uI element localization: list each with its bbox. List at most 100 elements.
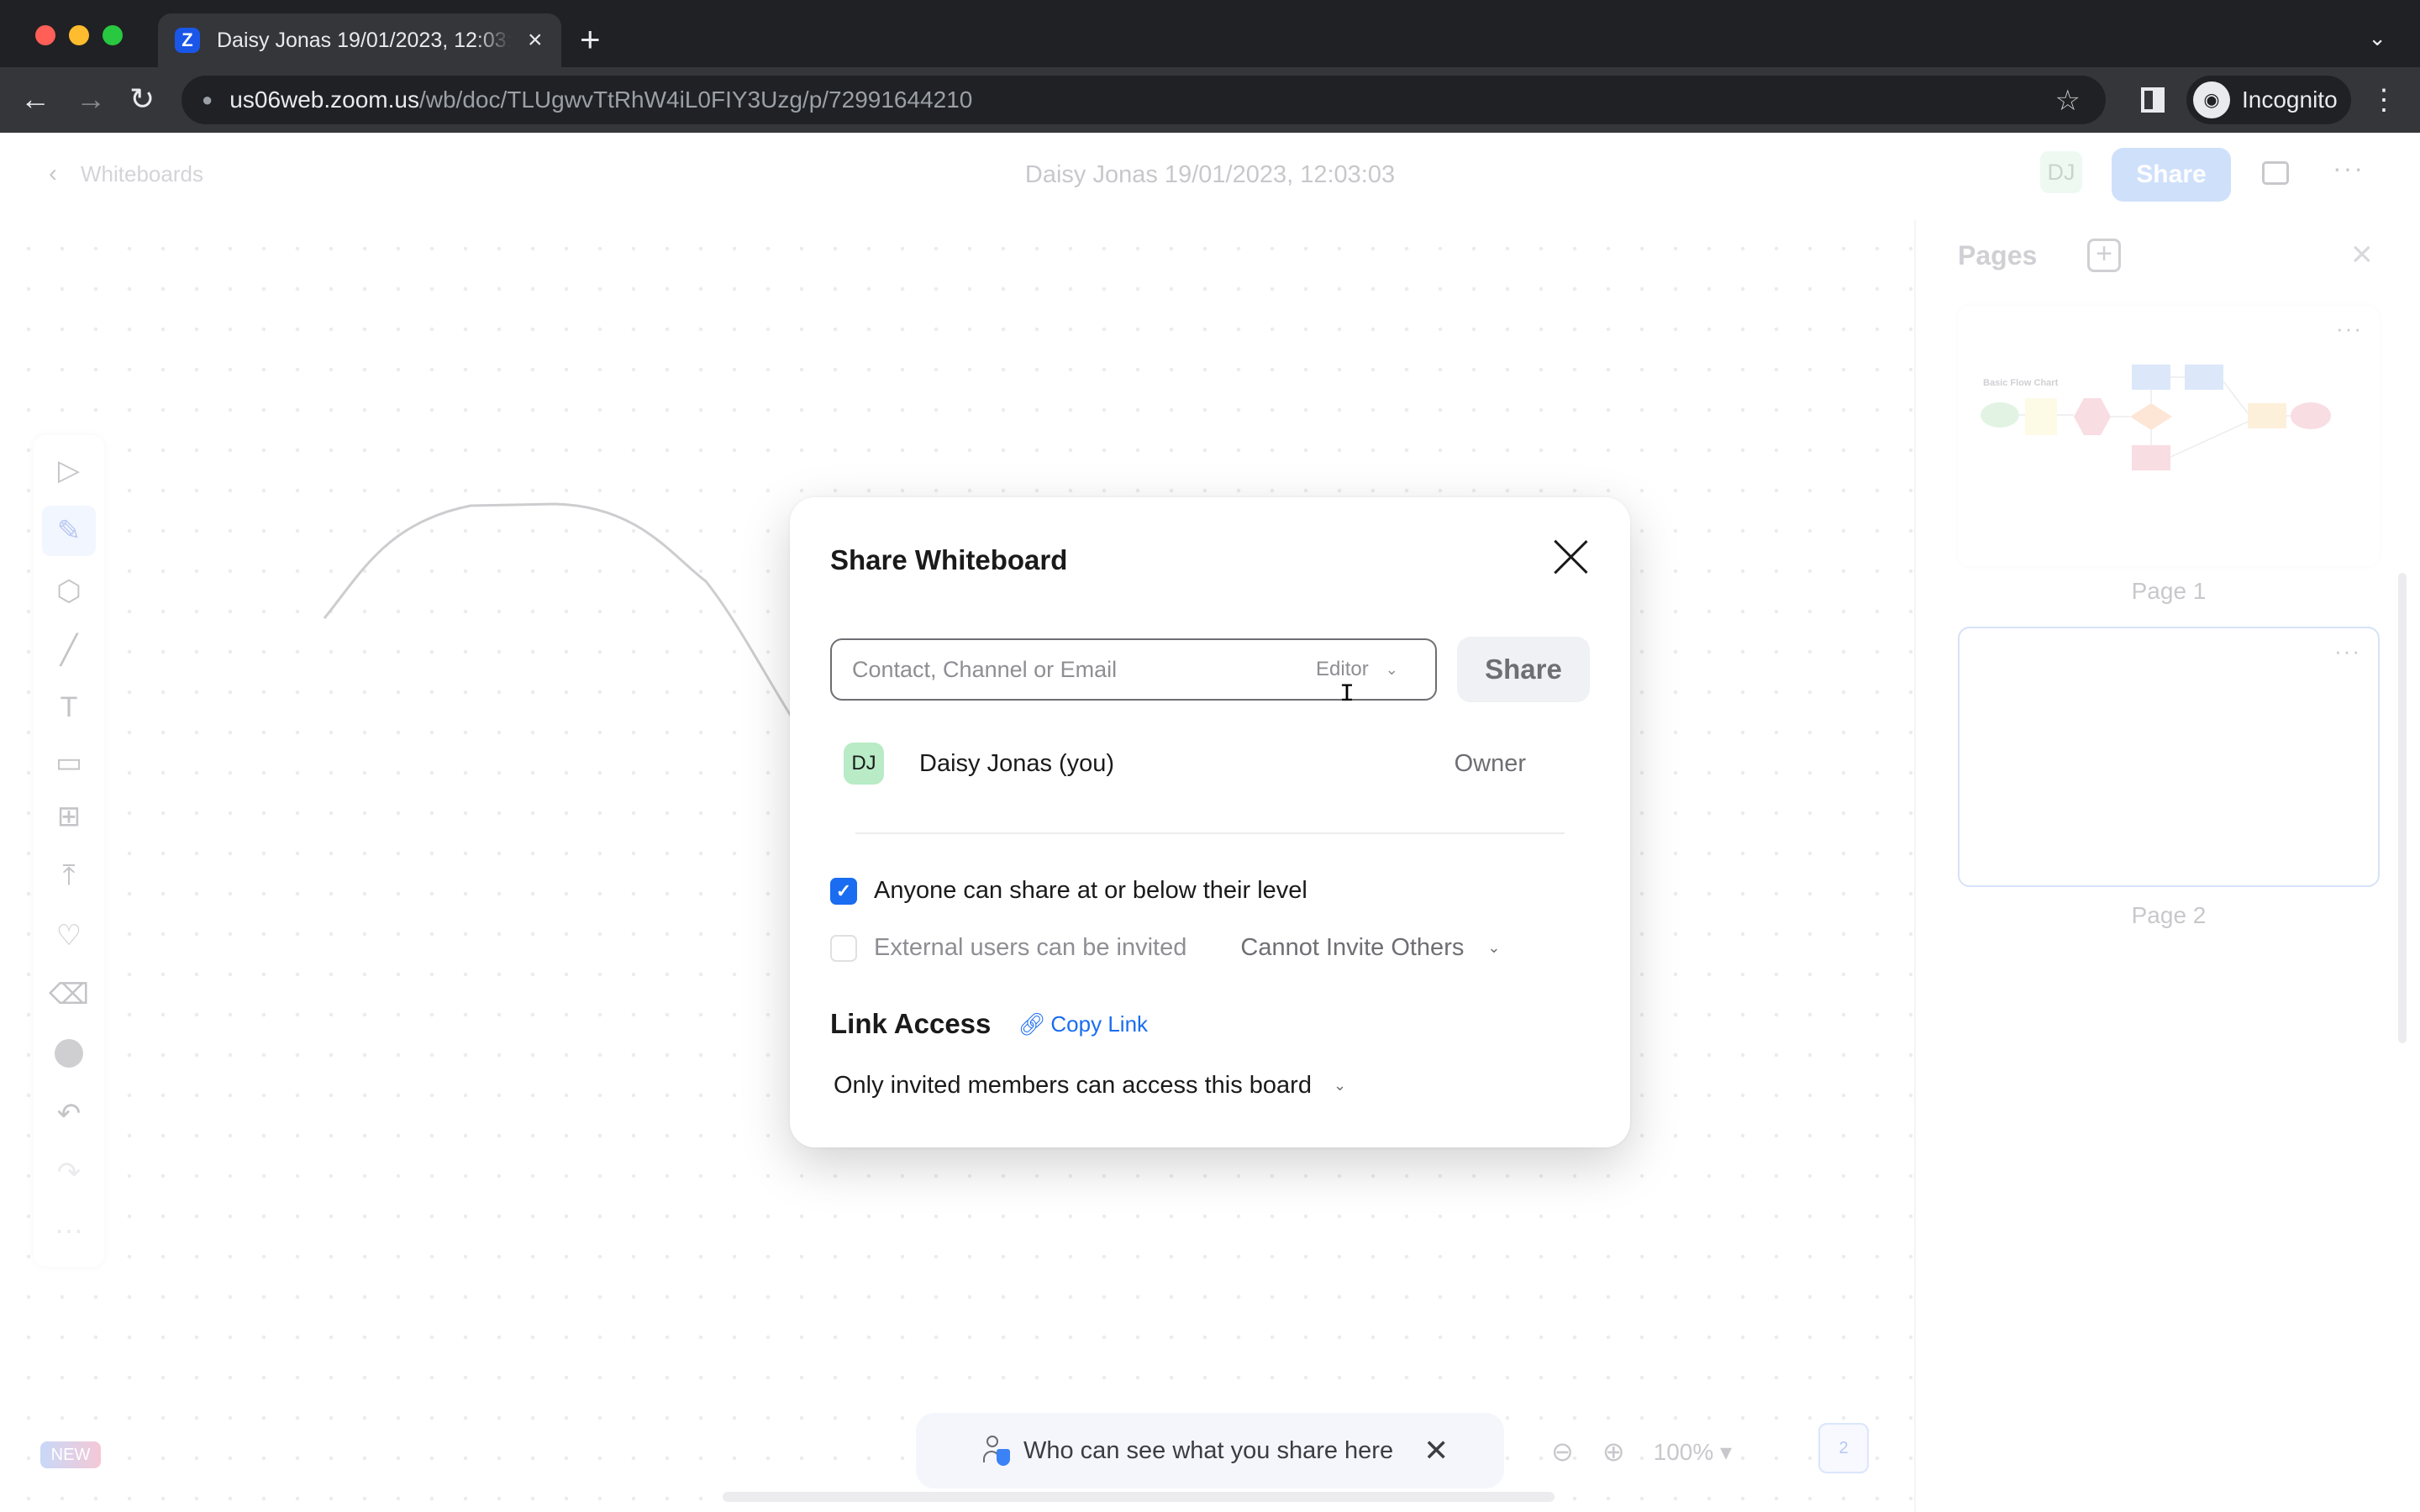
avatar[interactable]: DJ xyxy=(2040,151,2082,193)
line-icon: ╱ xyxy=(60,634,78,666)
tab-close-icon[interactable]: × xyxy=(528,26,543,55)
fc-box-d xyxy=(2248,403,2286,428)
notice-text[interactable]: Who can see what you share here xyxy=(1023,1437,1393,1465)
tool-template[interactable]: ⊞ xyxy=(42,791,96,842)
visibility-notice[interactable]: Who can see what you share here ✕ xyxy=(916,1413,1504,1488)
select-icon: ▷ xyxy=(57,454,81,486)
more-icon: ⋯ xyxy=(55,1215,83,1247)
text-cursor-icon: I xyxy=(1339,680,1355,709)
browser-menu-icon[interactable]: ⋮ xyxy=(2370,79,2398,121)
tool-more[interactable]: ⋯ xyxy=(42,1206,96,1257)
tool-shape[interactable]: ⬡ xyxy=(42,566,96,617)
horizontal-scrollbar[interactable] xyxy=(723,1492,1555,1502)
external-permission-select[interactable]: Cannot Invite Others ⌄ xyxy=(1240,934,1500,962)
new-badge[interactable]: NEW xyxy=(40,1441,101,1468)
bookmark-star-icon[interactable]: ☆ xyxy=(2055,84,2081,118)
color-icon xyxy=(55,1039,83,1068)
new-tab-button[interactable]: + xyxy=(580,22,601,57)
tool-undo[interactable]: ↶ xyxy=(42,1089,96,1139)
tool-redo[interactable]: ↷ xyxy=(42,1147,96,1198)
undo-icon: ↶ xyxy=(56,1098,82,1130)
browser-toolbar: ← → ↻ ● us06web.zoom.us/wb/doc/TLUgwvTtR… xyxy=(0,67,2420,133)
page-more-icon[interactable]: ··· xyxy=(2334,638,2361,664)
zoom-out-icon[interactable]: ⊖ xyxy=(1551,1436,1574,1467)
tool-pen[interactable]: ✎ xyxy=(42,506,96,556)
text-icon: T xyxy=(60,690,78,723)
url-host: us06web.zoom.us xyxy=(229,87,419,113)
zoom-level: 100% xyxy=(1653,1438,1714,1465)
dialog-title: Share Whiteboard xyxy=(830,544,1068,575)
shape-icon: ⬡ xyxy=(56,575,82,607)
more-options-icon[interactable]: ··· xyxy=(2333,153,2365,184)
browser-chrome: Z Daisy Jonas 19/01/2023, 12:03:03 × + ⌄… xyxy=(0,0,2420,133)
back-arrow-icon[interactable]: ← xyxy=(20,82,50,116)
reload-icon[interactable]: ↻ xyxy=(129,82,155,116)
page-thumbnail-1[interactable]: ··· Basic Flow Chart xyxy=(1958,306,2380,566)
pages-panel: Pages + × ··· Basic Flow Chart Page 1 ··… xyxy=(1914,220,2420,1512)
fc-box-b xyxy=(2185,365,2223,390)
fc-end xyxy=(2291,402,2331,429)
add-page-icon[interactable]: + xyxy=(2087,239,2121,272)
vertical-scrollbar[interactable] xyxy=(2398,573,2407,1043)
tool-eraser[interactable]: ⌫ xyxy=(42,969,96,1020)
page-thumbnail-2[interactable]: ··· xyxy=(1958,627,2380,887)
external-users-option[interactable]: External users can be invited Cannot Inv… xyxy=(830,934,1500,962)
tab-search-chevron-icon[interactable]: ⌄ xyxy=(2368,25,2386,51)
copy-link-button[interactable]: 🔗︎ Copy Link xyxy=(1018,1011,1148,1037)
tool-color[interactable] xyxy=(42,1028,96,1079)
share-level-label[interactable]: Anyone can share at or below their level xyxy=(874,877,1307,905)
fc-box-c xyxy=(2132,445,2170,470)
chevron-down-icon: ⌄ xyxy=(1487,939,1501,956)
notice-close-icon[interactable]: ✕ xyxy=(1423,1433,1449,1468)
close-window-button[interactable] xyxy=(35,25,55,45)
contact-input[interactable] xyxy=(852,656,1306,683)
lock-icon[interactable]: ● xyxy=(202,89,213,111)
address-bar[interactable]: ● us06web.zoom.us/wb/doc/TLUgwvTtRhW4iL0… xyxy=(182,76,2106,124)
tool-upload[interactable]: ⤒ xyxy=(42,850,96,900)
external-users-checkbox[interactable] xyxy=(830,934,857,962)
tab-strip: Z Daisy Jonas 19/01/2023, 12:03:03 × + ⌄ xyxy=(0,0,2420,67)
zoom-controls: ⊖ ⊕ 100% ▾ xyxy=(1551,1420,1732,1483)
fc-start xyxy=(1981,402,2019,428)
share-level-checkbox[interactable]: ✓ xyxy=(830,877,857,905)
pen-icon: ✎ xyxy=(56,515,82,547)
close-icon[interactable] xyxy=(1551,538,1590,576)
share-button[interactable]: Share xyxy=(1457,637,1590,702)
side-panel-icon[interactable] xyxy=(2141,87,2165,113)
member-avatar: DJ xyxy=(844,743,884,785)
incognito-indicator[interactable]: ◉ Incognito xyxy=(2186,76,2351,124)
share-level-option[interactable]: ✓ Anyone can share at or below their lev… xyxy=(830,877,1307,905)
external-users-label[interactable]: External users can be invited xyxy=(874,934,1186,962)
tool-line[interactable]: ╱ xyxy=(42,625,96,675)
link-access-header: Link Access 🔗︎ Copy Link xyxy=(830,1008,1148,1040)
tool-text[interactable]: T xyxy=(42,682,96,732)
incognito-label: Incognito xyxy=(2242,87,2338,113)
link-access-select[interactable]: Only invited members can access this boa… xyxy=(834,1072,1346,1100)
copy-link-label: Copy Link xyxy=(1050,1011,1149,1037)
close-panel-icon[interactable]: × xyxy=(2351,234,2373,276)
zoom-favicon-icon: Z xyxy=(175,28,200,53)
zoom-level-select[interactable]: 100% ▾ xyxy=(1654,1438,1732,1466)
tool-stamps[interactable]: ♡ xyxy=(42,911,96,961)
comment-icon[interactable] xyxy=(2262,161,2289,185)
tool-sticky-note[interactable]: ▭ xyxy=(42,738,96,788)
fc-diamond xyxy=(2130,403,2172,430)
tab-title: Daisy Jonas 19/01/2023, 12:03:03 xyxy=(217,28,511,52)
minimize-window-button[interactable] xyxy=(69,25,89,45)
fc-step1 xyxy=(2025,398,2057,435)
stamps-icon: ♡ xyxy=(55,920,82,952)
browser-tab[interactable]: Z Daisy Jonas 19/01/2023, 12:03:03 × xyxy=(158,13,561,67)
pages-toggle-button[interactable]: 2 xyxy=(1818,1423,1869,1473)
forward-arrow-icon[interactable]: → xyxy=(76,82,106,116)
user-shield-icon xyxy=(983,1436,1010,1466)
zoom-in-icon[interactable]: ⊕ xyxy=(1602,1436,1625,1467)
maximize-window-button[interactable] xyxy=(103,25,123,45)
header-share-button[interactable]: Share xyxy=(2112,148,2231,202)
incognito-icon: ◉ xyxy=(2193,81,2230,118)
tool-select[interactable]: ▷ xyxy=(42,445,96,496)
flowchart-preview xyxy=(1981,365,2331,470)
left-toolbar: ▷ ✎ ⬡ ╱ T ▭ ⊞ ⤒ ♡ ⌫ ↶ ↷ ⋯ xyxy=(34,435,104,1267)
page-label: Page 1 xyxy=(2131,578,2207,604)
fc-box-a xyxy=(2132,365,2170,390)
role-select[interactable]: Editor ⌄ xyxy=(1316,658,1398,681)
